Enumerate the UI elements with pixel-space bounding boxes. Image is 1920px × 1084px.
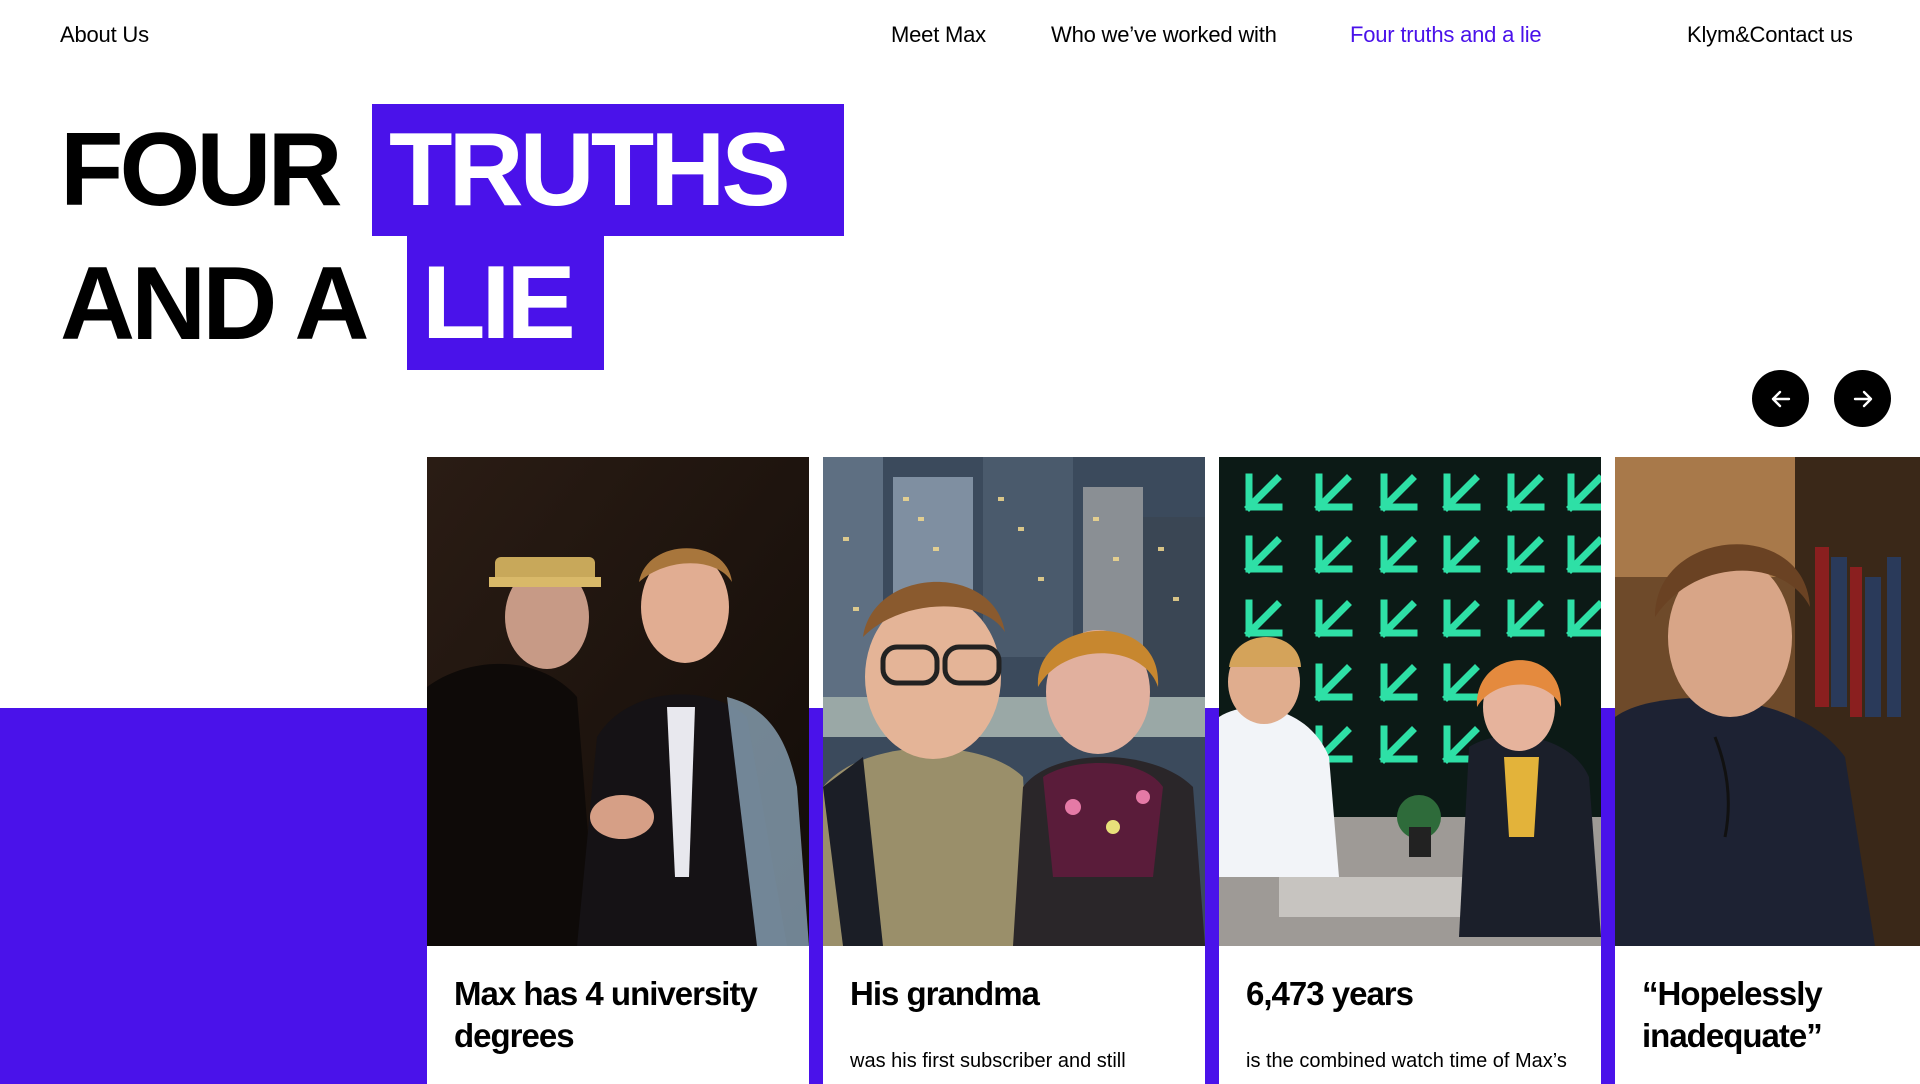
top-nav: About Us Meet Max Who we’ve worked with … bbox=[0, 0, 1920, 70]
card-photo-graduation bbox=[427, 457, 809, 946]
fact-card[interactable]: Max has 4 university degrees bbox=[427, 457, 809, 1084]
carousel-next-button[interactable] bbox=[1834, 370, 1891, 427]
card-subtitle: was his first subscriber and still bbox=[850, 1050, 1126, 1072]
title-word-four: FOUR bbox=[60, 112, 343, 228]
title-line-2: AND A bbox=[60, 238, 369, 370]
title-highlight-truths: TRUTHS bbox=[372, 104, 844, 236]
card-title: Max has 4 university degrees bbox=[454, 975, 758, 1054]
fact-card[interactable]: “Hopelessly inadequate” bbox=[1615, 457, 1920, 1084]
card-title: His grandma bbox=[850, 975, 1040, 1012]
card-title: “Hopelessly inadequate” bbox=[1642, 975, 1823, 1054]
arrow-left-icon bbox=[1771, 390, 1790, 407]
card-title: 6,473 years bbox=[1246, 975, 1414, 1012]
card-subtitle: is the combined watch time of Max’s bbox=[1246, 1050, 1567, 1072]
card-photo-tv-studio bbox=[1219, 457, 1601, 946]
card-photo-grandma bbox=[823, 457, 1205, 946]
nav-who-weve-worked-with[interactable]: Who we’ve worked with bbox=[1051, 22, 1277, 48]
title-highlight-lie: LIE bbox=[407, 236, 604, 370]
card-photo-portrait bbox=[1615, 457, 1920, 946]
title-word-truths: TRUTHS bbox=[389, 112, 791, 228]
nav-about-us[interactable]: About Us bbox=[60, 22, 149, 48]
title-word-and-a: AND A bbox=[60, 246, 369, 362]
fact-card[interactable]: 6,473 years is the combined watch time o… bbox=[1219, 457, 1601, 1084]
arrow-right-icon bbox=[1853, 390, 1872, 407]
title-word-lie: LIE bbox=[422, 245, 576, 361]
fact-card[interactable]: His grandma was his first subscriber and… bbox=[823, 457, 1205, 1084]
nav-meet-max[interactable]: Meet Max bbox=[891, 22, 986, 48]
nav-four-truths[interactable]: Four truths and a lie bbox=[1350, 22, 1542, 48]
title-line-1: FOUR bbox=[60, 104, 343, 236]
nav-contact-us[interactable]: Klym&Contact us bbox=[1687, 22, 1853, 48]
carousel-prev-button[interactable] bbox=[1752, 370, 1809, 427]
